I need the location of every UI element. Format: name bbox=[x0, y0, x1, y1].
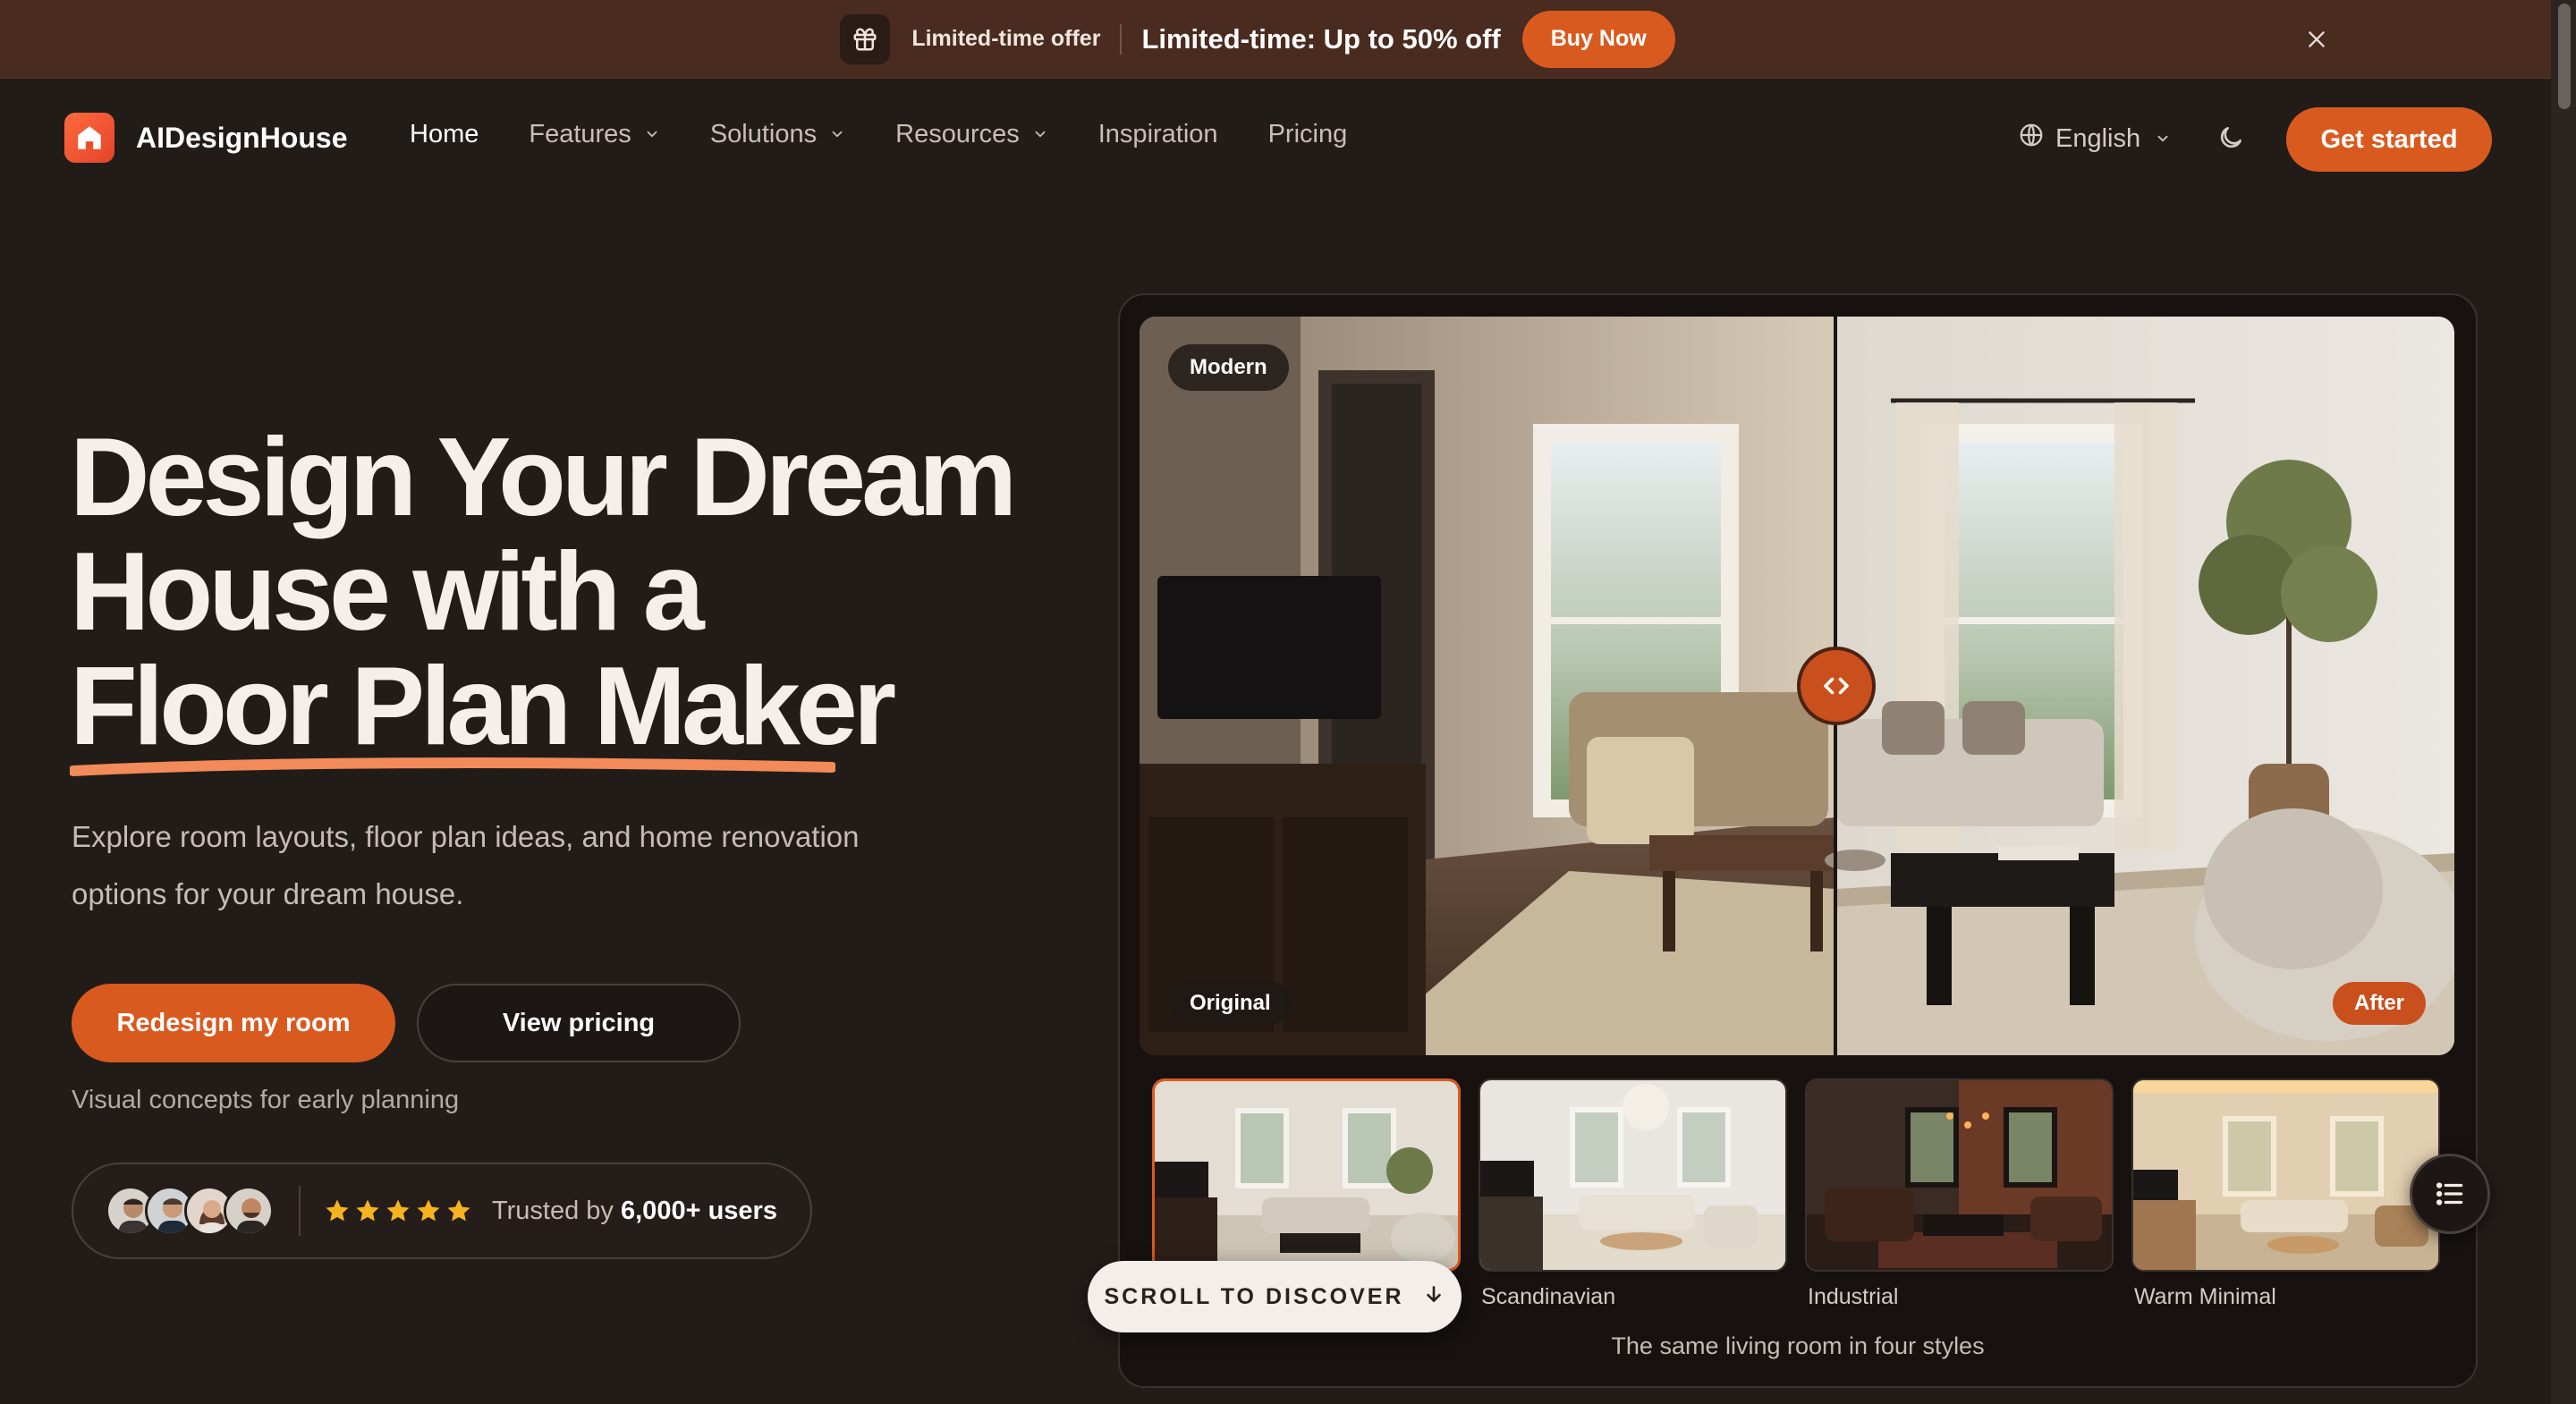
nav-item-label: Inspiration bbox=[1097, 120, 1218, 148]
compare-caption: The same living room in four styles bbox=[1611, 1332, 1985, 1359]
slider-handle[interactable] bbox=[1797, 647, 1876, 725]
moon-icon[interactable] bbox=[2216, 123, 2245, 156]
promo-bar: Limited-time offer Limited-time: Up to 5… bbox=[0, 0, 2551, 79]
get-started-button[interactable]: Get started bbox=[2286, 107, 2492, 172]
style-label-industrial: Industrial bbox=[1808, 1284, 1899, 1309]
nav-item-label: Home bbox=[410, 120, 479, 148]
hero-note: Visual concepts for early planning bbox=[72, 1086, 460, 1114]
brush-underline bbox=[70, 757, 835, 776]
chevron-down-icon bbox=[2155, 124, 2171, 154]
style-tag: Modern bbox=[1168, 344, 1289, 391]
star-icon bbox=[386, 1199, 410, 1222]
hero-title: Design Your Dream House with a Floor Pla… bbox=[70, 416, 1054, 776]
style-thumb-modern[interactable] bbox=[1152, 1078, 1461, 1272]
hero-title-line: House with a bbox=[70, 530, 705, 654]
style-thumbnails bbox=[1152, 1078, 2440, 1272]
scroll-to-discover-button[interactable]: SCROLL TO DISCOVER bbox=[1088, 1261, 1462, 1332]
style-thumb-warm-minimal[interactable] bbox=[2131, 1078, 2440, 1272]
nav-item-home[interactable]: Home bbox=[410, 120, 479, 149]
buy-now-button[interactable]: Buy Now bbox=[1521, 10, 1675, 68]
nav-item-features[interactable]: Features bbox=[529, 120, 659, 149]
scrollbar[interactable] bbox=[2551, 0, 2576, 1404]
list-icon[interactable] bbox=[2410, 1154, 2490, 1234]
rating-stars bbox=[324, 1197, 472, 1224]
avatar-group bbox=[106, 1186, 274, 1236]
language-label: English bbox=[2055, 123, 2141, 153]
nav-item-label: Resources bbox=[895, 120, 1020, 148]
language-selector[interactable]: English bbox=[2018, 122, 2171, 156]
nav-item-pricing[interactable]: Pricing bbox=[1268, 120, 1348, 149]
hero-title-line: Floor Plan Maker bbox=[70, 645, 896, 768]
brand-name: AIDesignHouse bbox=[136, 121, 348, 154]
arrow-down-icon bbox=[1422, 1282, 1445, 1312]
view-pricing-button[interactable]: View pricing bbox=[417, 984, 741, 1062]
nav-item-label: Solutions bbox=[709, 120, 818, 148]
star-icon bbox=[447, 1199, 470, 1222]
chevron-down-icon bbox=[829, 120, 845, 149]
redesign-room-button[interactable]: Redesign my room bbox=[72, 984, 395, 1062]
trust-badge: Trusted by 6,000+ users bbox=[72, 1163, 812, 1259]
gift-icon bbox=[840, 13, 891, 64]
scroll-hint-label: SCROLL TO DISCOVER bbox=[1104, 1283, 1404, 1309]
chevron-down-icon bbox=[644, 120, 660, 149]
nav-item-inspiration[interactable]: Inspiration bbox=[1098, 120, 1218, 149]
star-icon bbox=[356, 1199, 379, 1222]
star-icon bbox=[326, 1199, 349, 1222]
scandinavian-thumbnail-image bbox=[1480, 1080, 1785, 1270]
nav-item-resources[interactable]: Resources bbox=[895, 120, 1048, 149]
promo-headline: Limited-time: Up to 50% off bbox=[1141, 22, 1501, 55]
promo-divider bbox=[1120, 23, 1123, 55]
warm-minimal-thumbnail-image bbox=[2133, 1080, 2438, 1270]
trust-prefix: Trusted by bbox=[492, 1196, 614, 1225]
divider bbox=[299, 1186, 301, 1236]
star-icon bbox=[417, 1199, 440, 1222]
style-label-scandinavian: Scandinavian bbox=[1481, 1284, 1616, 1309]
trust-count: 6,000+ users bbox=[621, 1196, 777, 1225]
house-logo-icon bbox=[64, 113, 114, 163]
avatar bbox=[224, 1186, 274, 1236]
style-label-warm-minimal: Warm Minimal bbox=[2134, 1284, 2276, 1309]
industrial-thumbnail-image bbox=[1807, 1080, 2112, 1270]
nav-item-label: Features bbox=[529, 120, 631, 148]
original-tag: Original bbox=[1168, 982, 1292, 1025]
after-tag: After bbox=[2333, 982, 2427, 1025]
code-arrows-icon bbox=[1824, 677, 1849, 695]
trust-text: Trusted by 6,000+ users bbox=[492, 1197, 777, 1226]
style-thumb-scandinavian[interactable] bbox=[1479, 1078, 1787, 1272]
style-labels: Scandinavian Industrial Warm Minimal bbox=[1481, 1284, 2461, 1310]
close-icon[interactable] bbox=[2297, 20, 2336, 59]
hero-description: Explore room layouts, floor plan ideas, … bbox=[72, 820, 860, 910]
hero-title-line: Design Your Dream bbox=[70, 416, 1017, 539]
top-nav: AIDesignHouse Home Features Solutions Re… bbox=[0, 79, 2551, 200]
scrollbar-thumb[interactable] bbox=[2558, 4, 2571, 109]
chevron-down-icon bbox=[1032, 120, 1048, 149]
style-thumb-industrial[interactable] bbox=[1805, 1078, 2114, 1272]
nav-item-solutions[interactable]: Solutions bbox=[710, 120, 845, 149]
promo-label: Limited-time offer bbox=[911, 26, 1101, 51]
nav-links: Home Features Solutions Resources Inspir… bbox=[410, 120, 1397, 149]
logo[interactable]: AIDesignHouse bbox=[64, 113, 347, 163]
hero-title-highlight: Floor Plan Maker bbox=[70, 649, 896, 776]
nav-item-label: Pricing bbox=[1267, 120, 1348, 148]
globe-icon bbox=[2018, 122, 2045, 156]
modern-thumbnail-image bbox=[1155, 1081, 1458, 1269]
